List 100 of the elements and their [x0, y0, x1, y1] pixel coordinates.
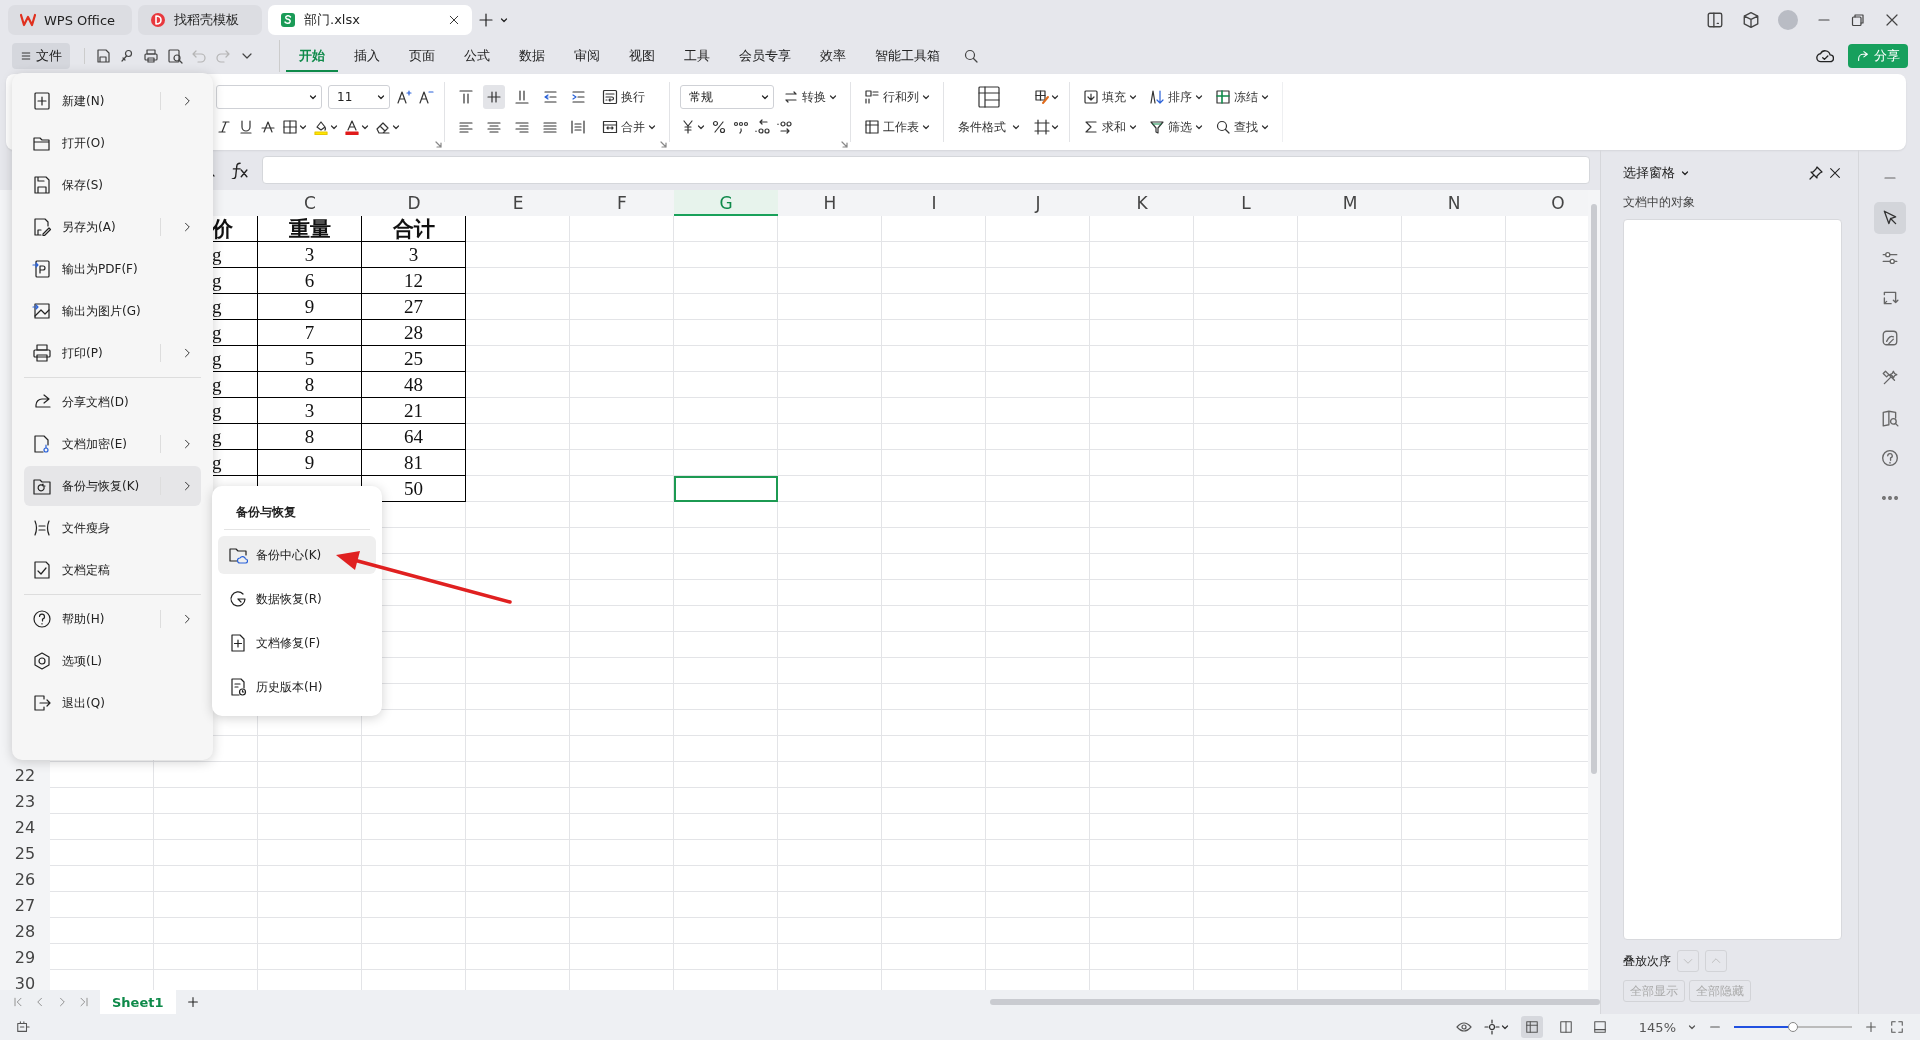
font-color-button[interactable] — [344, 119, 369, 135]
menu-item[interactable]: 文件瘦身 — [24, 508, 201, 548]
caret-icon[interactable] — [1261, 93, 1269, 101]
column-header[interactable]: H — [778, 190, 882, 216]
document-tab[interactable]: 部门.xlsx — [268, 5, 472, 35]
caret-icon[interactable] — [1500, 1023, 1509, 1031]
cell-style-button[interactable] — [1034, 89, 1059, 105]
caret-icon[interactable] — [500, 16, 508, 24]
ribbon-tab[interactable]: 页面 — [396, 40, 448, 72]
scrollbar-thumb[interactable] — [989, 999, 1600, 1005]
sum-button[interactable]: 求和 — [1080, 115, 1140, 139]
caret-icon[interactable] — [829, 93, 837, 101]
number-format-box[interactable]: 常规 — [680, 85, 774, 109]
menu-item[interactable]: 新建(N) — [24, 81, 201, 121]
ribbon-tab[interactable]: 效率 — [807, 40, 859, 72]
close-icon[interactable] — [448, 14, 460, 26]
ribbon-tab[interactable]: 智能工具箱 — [862, 40, 953, 72]
menu-item[interactable]: 选项(L) — [24, 641, 201, 681]
column-header[interactable]: N — [1402, 190, 1506, 216]
caret-icon[interactable] — [1012, 123, 1020, 131]
decrease-decimal-button[interactable] — [777, 119, 793, 135]
row-header[interactable]: 29 — [0, 944, 50, 970]
caret-icon[interactable] — [392, 123, 400, 131]
caret-icon[interactable] — [1051, 93, 1059, 101]
cell-frame-button[interactable] — [1034, 119, 1059, 135]
underline-button[interactable] — [238, 119, 254, 135]
caret-icon[interactable] — [1688, 1023, 1696, 1031]
fill-button[interactable]: 填充 — [1080, 85, 1140, 109]
column-header[interactable]: L — [1194, 190, 1298, 216]
cube-icon[interactable] — [1742, 11, 1760, 29]
search-icon[interactable] — [963, 48, 979, 64]
font-grow-button[interactable] — [396, 89, 412, 105]
menu-item[interactable]: 历史版本(H) — [218, 668, 376, 706]
eye-icon[interactable] — [1455, 1019, 1472, 1035]
slider-thumb[interactable] — [1788, 1022, 1798, 1032]
menu-item[interactable]: 数据恢复(R) — [218, 580, 376, 618]
column-header[interactable]: F — [570, 190, 674, 216]
convert-button[interactable]: 转换 — [780, 85, 840, 109]
caret-icon[interactable] — [309, 93, 317, 101]
column-header[interactable]: J — [986, 190, 1090, 216]
menu-item[interactable]: 文档修复(F) — [218, 624, 376, 662]
close-icon[interactable] — [1884, 12, 1900, 28]
freeze-button[interactable]: 冻结 — [1212, 85, 1272, 109]
cursor-tool-button[interactable] — [1874, 202, 1906, 234]
caret-icon[interactable] — [1261, 123, 1269, 131]
row-header[interactable]: 26 — [0, 866, 50, 892]
row-header[interactable]: 30 — [0, 970, 50, 990]
caret-icon[interactable] — [648, 123, 656, 131]
caret-icon[interactable] — [761, 93, 769, 101]
column-header[interactable]: G — [674, 190, 778, 216]
percent-button[interactable] — [711, 119, 727, 135]
menu-item[interactable]: 备份中心(K) — [218, 536, 376, 574]
link-icon[interactable] — [119, 48, 135, 64]
caret-icon[interactable] — [1129, 123, 1137, 131]
print-preview-icon[interactable] — [167, 48, 183, 64]
caret-icon[interactable] — [1195, 93, 1203, 101]
selected-cell[interactable] — [674, 476, 778, 502]
document-tab[interactable]: 找稻壳模板 — [138, 5, 262, 35]
dialog-launcher-icon[interactable] — [840, 140, 848, 148]
worksheet-button[interactable]: 工作表 — [861, 115, 933, 139]
save-icon[interactable] — [95, 48, 111, 64]
ribbon-tab[interactable]: 审阅 — [561, 40, 613, 72]
thousands-separator-button[interactable] — [733, 119, 749, 135]
rows-columns-button[interactable]: 行和列 — [861, 85, 933, 109]
column-header[interactable]: D — [362, 190, 466, 216]
sheet-tab[interactable]: Sheet1 — [100, 990, 176, 1014]
column-header[interactable]: O — [1506, 190, 1588, 216]
file-menu-button[interactable]: 文件 — [12, 43, 70, 69]
zoom-level[interactable]: 145% — [1638, 1019, 1676, 1035]
caret-icon[interactable] — [1195, 123, 1203, 131]
caret-icon[interactable] — [361, 123, 369, 131]
ribbon-tab[interactable]: 插入 — [341, 40, 393, 72]
italic-button[interactable] — [216, 119, 232, 135]
caret-icon[interactable] — [299, 123, 307, 131]
row-header[interactable]: 24 — [0, 814, 50, 840]
wrap-text-button[interactable]: 换行 — [599, 85, 648, 109]
settings-icon[interactable] — [1483, 1019, 1500, 1035]
menu-item[interactable]: 帮助(H) — [24, 599, 201, 639]
caret-icon[interactable] — [697, 123, 705, 131]
add-tab-icon[interactable] — [478, 12, 494, 28]
caret-icon[interactable] — [377, 93, 385, 101]
scrollbar-thumb[interactable] — [1591, 204, 1597, 774]
cloud-check-icon[interactable] — [1816, 47, 1834, 65]
conditional-format-button[interactable]: 条件格式 — [954, 85, 1024, 139]
caret-icon[interactable] — [1051, 123, 1059, 131]
document-tab[interactable]: WPS Office — [8, 5, 132, 35]
menu-item[interactable]: 备份与恢复(K) — [24, 466, 201, 506]
fill-color-button[interactable] — [313, 119, 338, 135]
add-sheet-icon[interactable] — [185, 995, 200, 1009]
ribbon-tab[interactable]: 工具 — [671, 40, 723, 72]
menu-item[interactable]: 打开(O) — [24, 123, 201, 163]
row-header[interactable]: 28 — [0, 918, 50, 944]
ribbon-tab[interactable]: 视图 — [616, 40, 668, 72]
fullscreen-icon[interactable] — [1890, 1020, 1904, 1034]
ribbon-tab[interactable]: 开始 — [286, 40, 338, 72]
menu-item[interactable]: 保存(S) — [24, 165, 201, 205]
menu-item[interactable]: 文档定稿 — [24, 550, 201, 590]
print-icon[interactable] — [143, 48, 159, 64]
tablet-icon[interactable] — [1706, 11, 1724, 29]
caret-icon[interactable] — [1129, 93, 1137, 101]
